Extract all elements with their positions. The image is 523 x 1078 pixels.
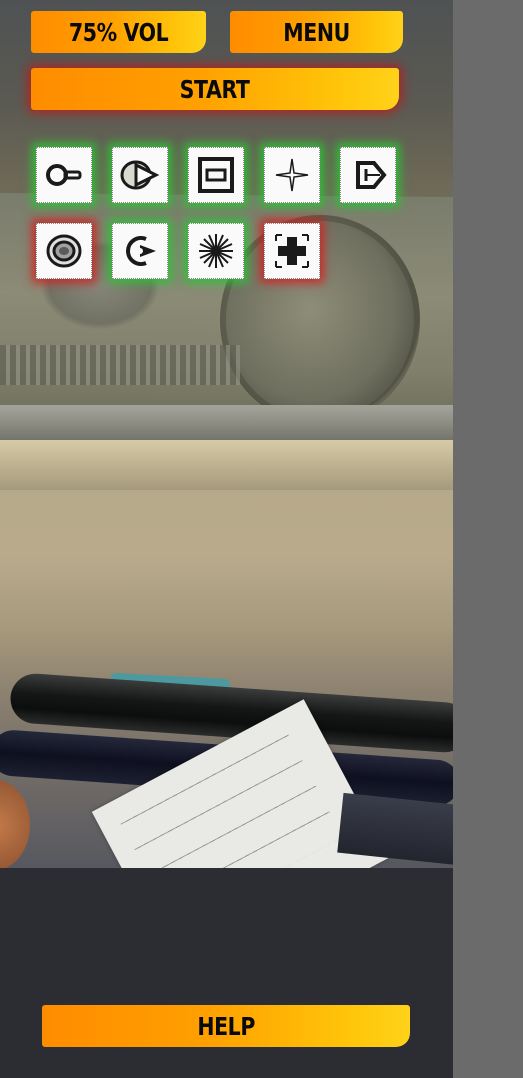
help-label: HELP	[197, 1011, 255, 1041]
camera-view	[0, 0, 453, 868]
tool-key[interactable]	[36, 147, 92, 203]
menu-label: MENU	[283, 17, 350, 47]
app-screen: 75% VOL MENU START HELP	[0, 0, 453, 1078]
concentric-rings-icon	[46, 234, 82, 268]
sparkle-icon	[275, 158, 309, 192]
h-beam-icon	[198, 157, 234, 193]
coin	[0, 780, 30, 868]
tool-eye-lens[interactable]	[112, 147, 168, 203]
cross-target-icon	[275, 234, 309, 268]
tool-sparkle[interactable]	[264, 147, 320, 203]
start-label: START	[180, 74, 250, 104]
banknote-lettering	[0, 345, 240, 385]
tool-cross-target[interactable]	[264, 223, 320, 279]
help-button[interactable]: HELP	[42, 1005, 410, 1047]
desk-shelf	[0, 440, 453, 490]
tool-starburst[interactable]	[188, 223, 244, 279]
banknote-edge	[0, 405, 453, 443]
starburst-icon	[199, 234, 233, 268]
tool-h-beam[interactable]	[188, 147, 244, 203]
key-icon	[46, 164, 82, 186]
side-margin	[453, 0, 523, 1078]
menu-button[interactable]: MENU	[230, 11, 403, 53]
volume-label: 75% VOL	[68, 17, 169, 47]
volume-button[interactable]: 75% VOL	[31, 11, 206, 53]
tool-concentric-rings[interactable]	[36, 223, 92, 279]
tool-camera-lens[interactable]	[112, 223, 168, 279]
banknote-portrait	[220, 215, 420, 425]
eye-lens-icon	[120, 160, 160, 190]
camera-lens-icon	[126, 236, 156, 266]
arrowhead-icon	[356, 161, 387, 189]
start-button[interactable]: START	[31, 68, 399, 110]
tool-arrowhead[interactable]	[340, 147, 396, 203]
